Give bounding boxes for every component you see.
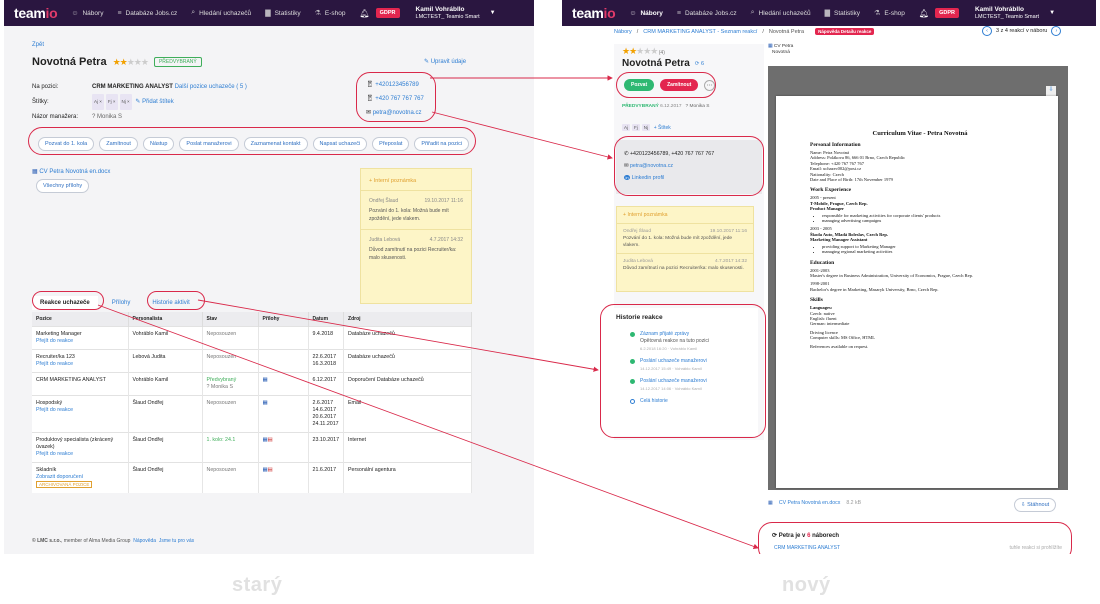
arrow-contacts (431, 111, 613, 160)
arrow-recruitments (97, 304, 759, 549)
comparison-arrows (97, 75, 759, 549)
arrow-history (197, 299, 599, 372)
label-old: starý (232, 574, 283, 596)
label-new: nový (782, 574, 831, 596)
